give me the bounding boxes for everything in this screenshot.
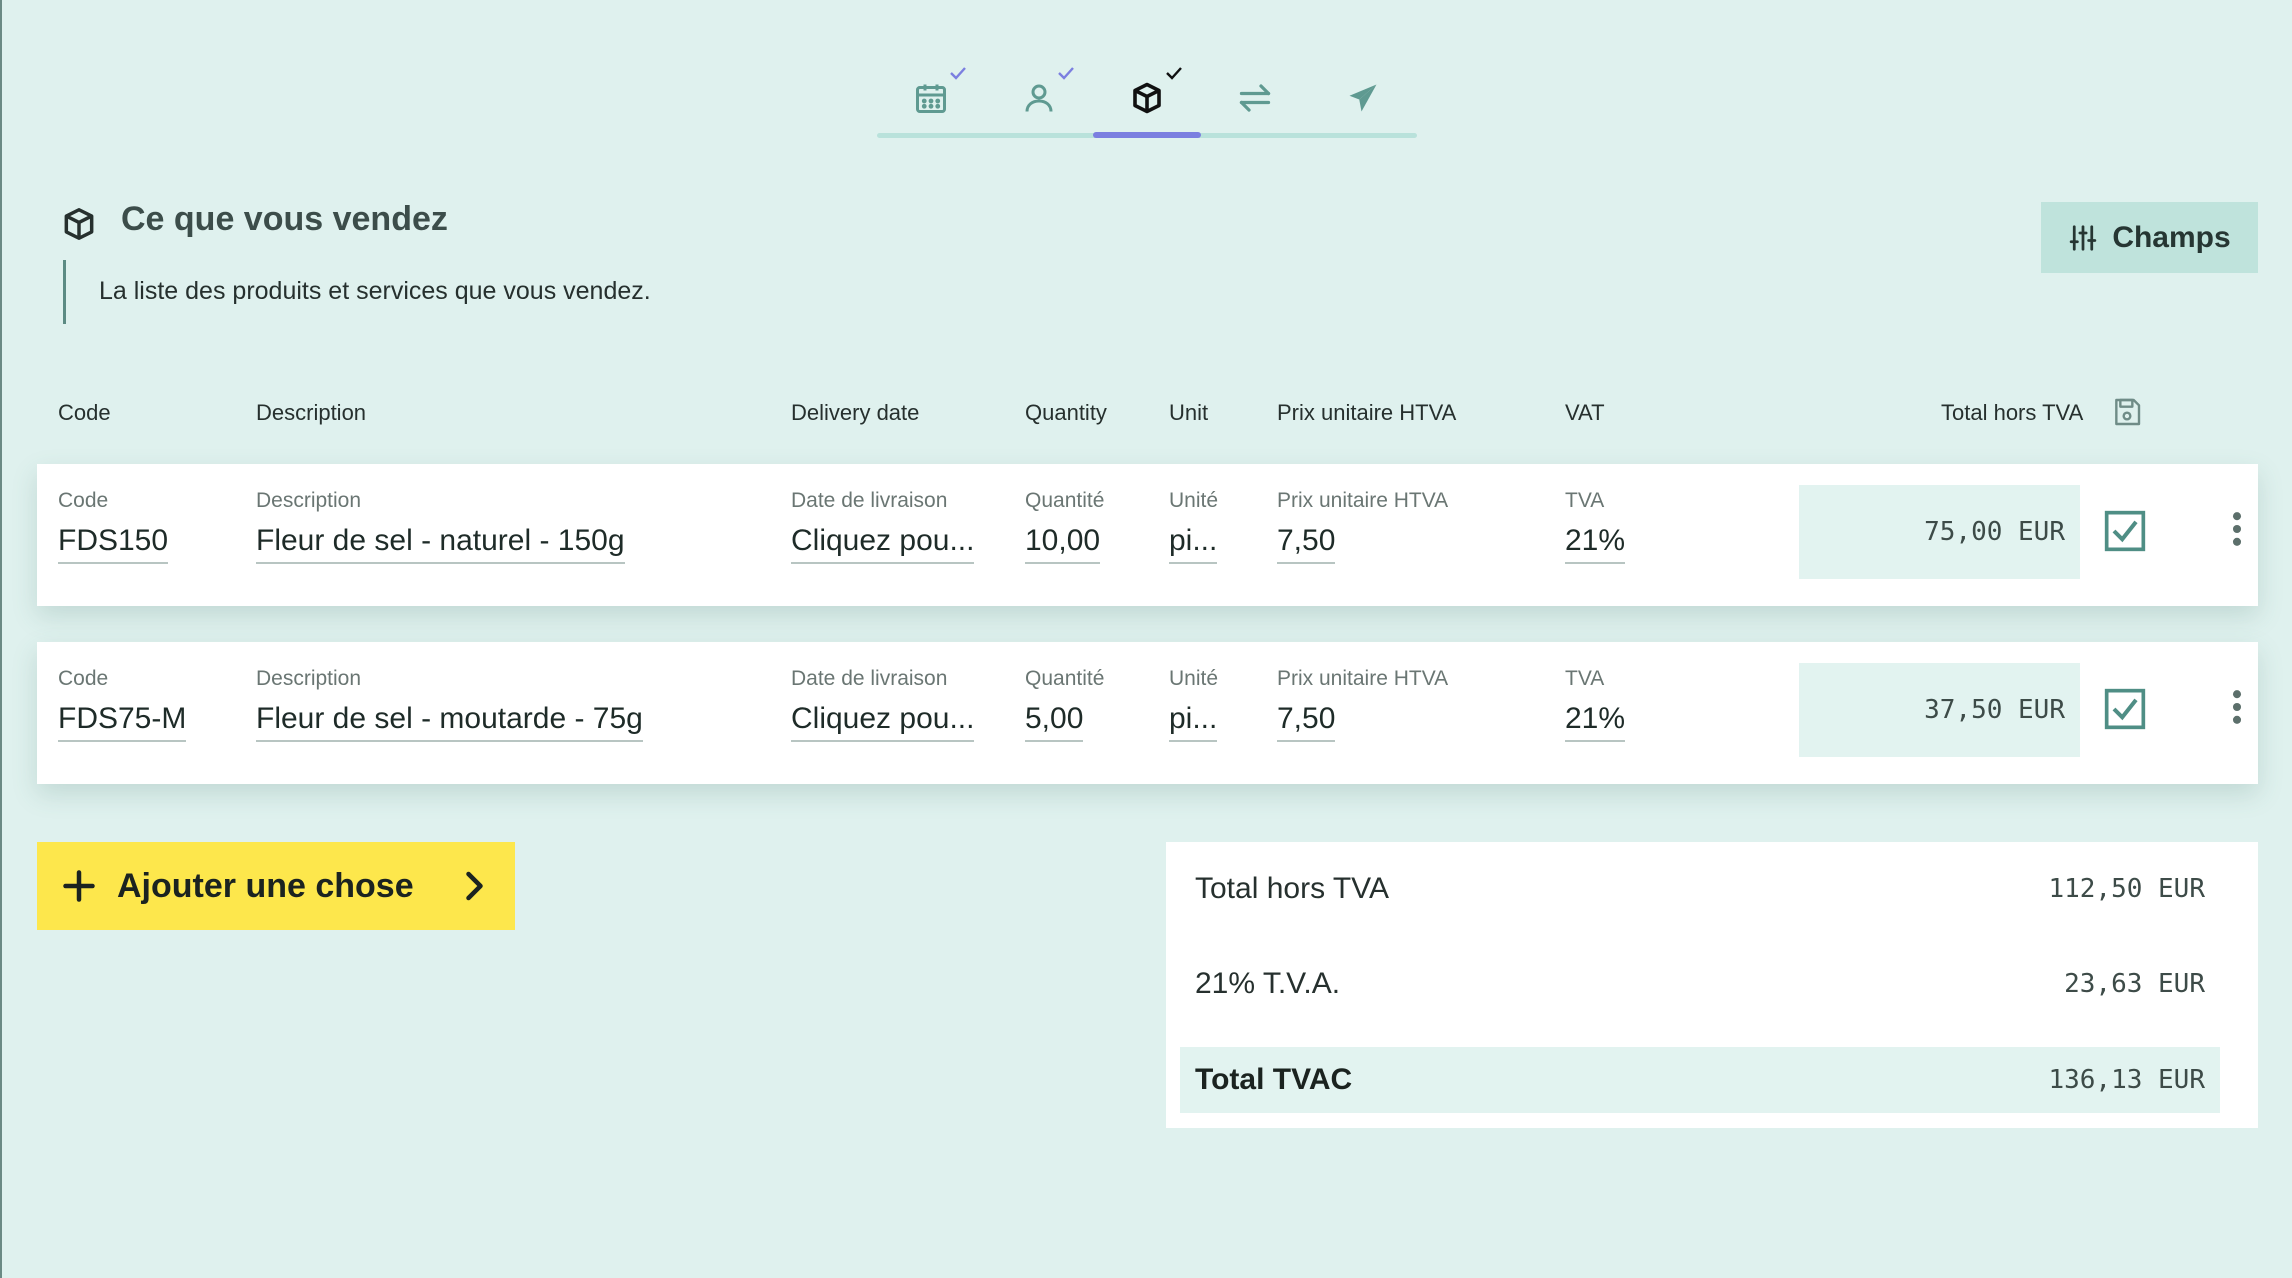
add-item-label: Ajouter une chose — [117, 866, 414, 905]
code-field[interactable]: FDS75-M — [58, 702, 187, 742]
checkbox-checked-icon[interactable] — [2103, 687, 2147, 731]
step-completed-check-icon — [950, 67, 966, 80]
grand-total-value: 136,13 EUR — [2048, 1065, 2205, 1095]
column-header-total[interactable]: Total hors TVA — [1941, 400, 2083, 426]
grand-total-label: Total TVAC — [1195, 1063, 1353, 1096]
field-label-vat: TVA — [1565, 667, 1605, 690]
column-header-description[interactable]: Description — [256, 400, 366, 426]
vat-field[interactable]: 21% — [1565, 702, 1626, 742]
field-label-quantity: Quantité — [1025, 667, 1105, 690]
field-label-description: Description — [256, 667, 362, 690]
vat-field[interactable]: 21% — [1565, 524, 1626, 564]
vat-label: 21% T.V.A. — [1195, 967, 1341, 1000]
step-send[interactable] — [1309, 58, 1417, 138]
box-icon — [64, 208, 94, 240]
quantity-field[interactable]: 10,00 — [1025, 524, 1101, 564]
box-icon — [1133, 82, 1161, 114]
step-customer[interactable] — [985, 58, 1093, 138]
field-label-description: Description — [256, 489, 362, 512]
checkbox-checked-icon[interactable] — [2103, 509, 2147, 553]
field-label-delivery-date: Date de livraison — [791, 489, 948, 512]
line-total: 75,00 EUR — [1799, 485, 2080, 579]
save-icon[interactable] — [2111, 396, 2143, 428]
delivery-date-field[interactable]: Cliquez pou... — [791, 524, 975, 564]
send-paper-plane-icon — [1349, 84, 1377, 112]
calendar-icon — [916, 84, 946, 113]
step-navigation — [877, 58, 1417, 138]
field-label-code: Code — [58, 667, 109, 690]
fields-button-label: Champs — [2112, 220, 2231, 254]
description-field[interactable]: Fleur de sel - naturel - 150g — [256, 524, 625, 564]
line-total-value: 37,50 EUR — [1924, 695, 2065, 725]
subtotal-row: Total hors TVA 112,50 EUR — [1180, 856, 2246, 922]
unit-field[interactable]: pi... — [1169, 702, 1218, 742]
subtotal-label: Total hors TVA — [1195, 872, 1389, 905]
unit-field[interactable]: pi... — [1169, 524, 1218, 564]
line-total: 37,50 EUR — [1799, 663, 2080, 757]
description-accent-bar — [63, 260, 66, 324]
step-completed-check-icon — [1166, 67, 1182, 80]
code-field[interactable]: FDS150 — [58, 524, 169, 564]
column-header-delivery-date[interactable]: Delivery date — [791, 400, 919, 426]
field-label-vat: TVA — [1565, 489, 1605, 512]
column-header-unit[interactable]: Unit — [1169, 400, 1208, 426]
quantity-field[interactable]: 5,00 — [1025, 702, 1084, 742]
step-payment[interactable] — [1201, 58, 1309, 138]
chevron-right-icon — [466, 871, 483, 901]
line-item-row: Code FDS75-M Description Fleur de sel - … — [37, 642, 2258, 784]
line-item-row: Code FDS150 Description Fleur de sel - n… — [37, 464, 2258, 606]
column-header-vat[interactable]: VAT — [1565, 400, 1605, 426]
column-header-code[interactable]: Code — [58, 400, 111, 426]
field-label-unit: Unité — [1169, 667, 1219, 690]
field-label-unit-price: Prix unitaire HTVA — [1277, 489, 1449, 512]
plus-icon — [63, 870, 95, 902]
section-description: La liste des produits et services que vo… — [99, 277, 651, 305]
subtotal-value: 112,50 EUR — [2048, 874, 2205, 904]
step-products[interactable] — [1093, 58, 1201, 138]
more-options-icon[interactable] — [2221, 685, 2253, 729]
column-header-unit-price[interactable]: Prix unitaire HTVA — [1277, 400, 1456, 426]
grand-total-row: Total TVAC 136,13 EUR — [1180, 1047, 2220, 1113]
transfer-arrows-icon — [1239, 84, 1271, 112]
field-label-code: Code — [58, 489, 109, 512]
unit-price-field[interactable]: 7,50 — [1277, 702, 1336, 742]
field-label-unit-price: Prix unitaire HTVA — [1277, 667, 1449, 690]
vat-row: 21% T.V.A. 23,63 EUR — [1180, 951, 2246, 1017]
section-title: Ce que vous vendez — [121, 200, 448, 238]
unit-price-field[interactable]: 7,50 — [1277, 524, 1336, 564]
user-icon — [1025, 84, 1053, 112]
step-dates[interactable] — [877, 58, 985, 138]
column-header-quantity[interactable]: Quantity — [1025, 400, 1107, 426]
vat-value: 23,63 EUR — [2064, 969, 2205, 999]
sliders-icon — [2070, 224, 2097, 251]
fields-button[interactable]: Champs — [2041, 202, 2258, 273]
window-edge — [0, 0, 2, 1278]
more-options-icon[interactable] — [2221, 507, 2253, 551]
totals-summary: Total hors TVA 112,50 EUR 21% T.V.A. 23,… — [1166, 842, 2258, 1128]
line-total-value: 75,00 EUR — [1924, 517, 2065, 547]
field-label-delivery-date: Date de livraison — [791, 667, 948, 690]
add-item-button[interactable]: Ajouter une chose — [37, 842, 515, 930]
delivery-date-field[interactable]: Cliquez pou... — [791, 702, 975, 742]
field-label-quantity: Quantité — [1025, 489, 1105, 512]
description-field[interactable]: Fleur de sel - moutarde - 75g — [256, 702, 643, 742]
step-completed-check-icon — [1058, 67, 1074, 80]
field-label-unit: Unité — [1169, 489, 1219, 512]
